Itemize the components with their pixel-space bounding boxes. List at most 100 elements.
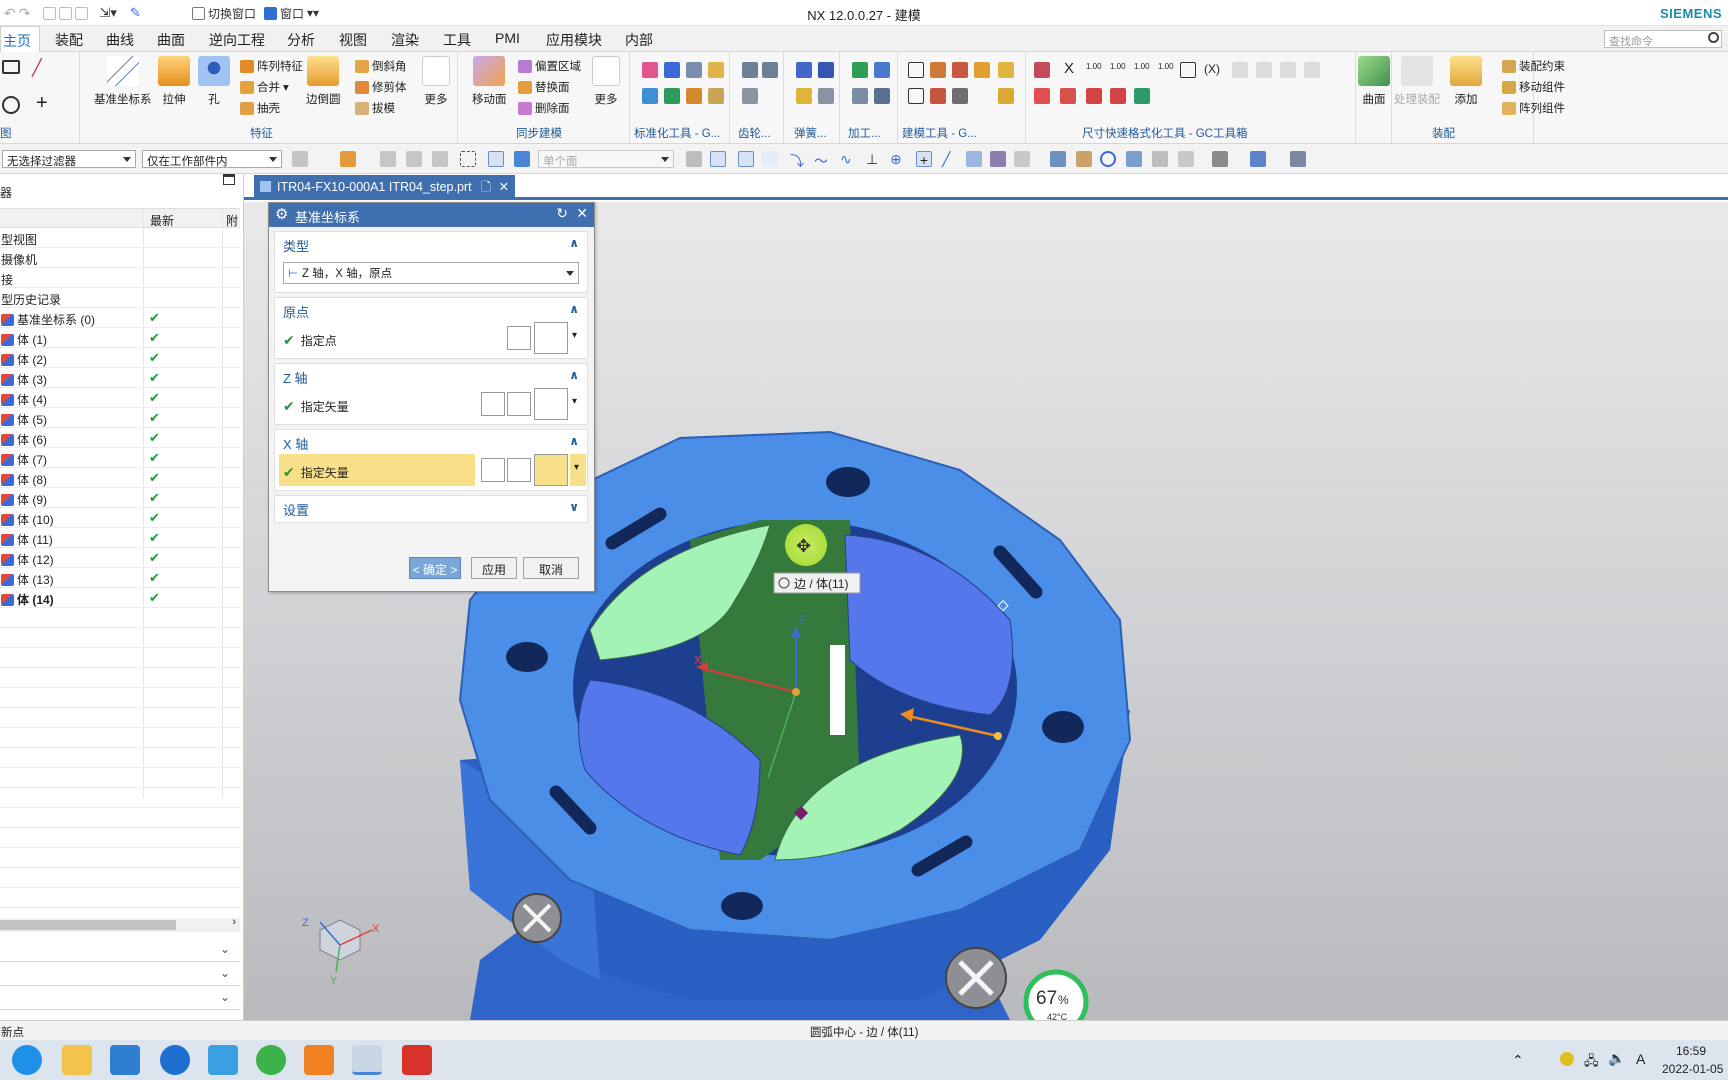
ime-indicator[interactable]: A xyxy=(1636,1051,1645,1067)
chevron-down-icon[interactable]: ∨ xyxy=(569,500,579,514)
wps-icon[interactable] xyxy=(402,1045,432,1075)
type-section-header[interactable]: 类型 xyxy=(283,236,309,255)
navigator-row[interactable]: 体 (2) ✔ xyxy=(0,348,240,368)
navigator-row[interactable]: 体 (3) ✔ xyxy=(0,368,240,388)
tolerance-button[interactable]: 1.00 xyxy=(1110,62,1130,78)
add-component-button[interactable]: 添加 xyxy=(1450,56,1482,107)
point-icon[interactable]: + xyxy=(36,92,52,114)
std-tool-icon[interactable] xyxy=(708,62,724,78)
vector-dialog-icon[interactable] xyxy=(507,392,531,416)
tab-assembly[interactable]: 装配 xyxy=(53,30,85,50)
modeling-tool-icon[interactable] xyxy=(908,88,924,104)
machining-icon[interactable] xyxy=(874,62,890,78)
tab-surface[interactable]: 曲面 xyxy=(155,30,187,50)
chevron-up-icon[interactable]: ∧ xyxy=(569,302,579,316)
snap-curve-icon[interactable]: ∿ xyxy=(840,151,856,167)
close-icon[interactable]: X xyxy=(1064,60,1080,77)
filter-tool-icon[interactable] xyxy=(340,151,356,167)
dropdown-icon[interactable]: ▾ xyxy=(572,330,577,341)
snap-icon[interactable] xyxy=(1014,151,1030,167)
origin-section-header[interactable]: 原点 xyxy=(283,302,309,321)
circle-icon[interactable] xyxy=(2,96,20,114)
snap-line-icon[interactable]: ╱ xyxy=(942,151,958,167)
spring-icon[interactable] xyxy=(796,62,812,78)
spring-icon[interactable] xyxy=(796,88,812,104)
pattern-feature-button[interactable]: 阵列特征 xyxy=(240,58,303,74)
undo-arrow-icon[interactable] xyxy=(1134,88,1150,104)
navigator-row[interactable]: 体 (10) ✔ xyxy=(0,508,240,528)
shell-button[interactable]: 抽壳 xyxy=(240,100,280,116)
navigator-panel-collapsed[interactable]: ⌄ xyxy=(0,988,240,1010)
navigator-row[interactable]: 体 (8) ✔ xyxy=(0,468,240,488)
snap-midpoint-icon[interactable] xyxy=(762,151,778,167)
paren-x-icon[interactable]: (X) xyxy=(1204,62,1220,78)
bolt-hole[interactable] xyxy=(506,642,548,672)
sync-more-button[interactable]: 更多 xyxy=(592,56,620,107)
start-icon[interactable] xyxy=(12,1045,42,1075)
maximize-icon[interactable] xyxy=(223,174,235,185)
fit-icon[interactable] xyxy=(1256,62,1272,78)
gear-icon[interactable] xyxy=(742,62,758,78)
gear-icon[interactable] xyxy=(762,62,778,78)
std-tool-icon[interactable] xyxy=(642,62,658,78)
vector-dialog-icon[interactable] xyxy=(507,458,531,482)
line-icon[interactable]: ╱ xyxy=(32,58,48,77)
snap-icon[interactable] xyxy=(990,151,1006,167)
close-icon[interactable]: ✕ xyxy=(499,180,509,194)
selection-filter-dropdown[interactable]: 无选择过滤器 xyxy=(2,150,136,168)
assembly-constraint-button[interactable]: 装配约束 xyxy=(1502,58,1565,74)
snap-curve-icon[interactable]: 〜 xyxy=(814,151,830,169)
app-icon[interactable] xyxy=(110,1045,140,1075)
tab-render[interactable]: 渲染 xyxy=(389,30,421,50)
machining-icon[interactable] xyxy=(874,88,890,104)
tab-view[interactable]: 视图 xyxy=(337,30,369,50)
nx-icon[interactable] xyxy=(352,1045,382,1075)
tray-icon[interactable] xyxy=(1560,1052,1574,1066)
navigator-row[interactable]: 型历史记录 xyxy=(0,288,240,308)
fit-icon[interactable] xyxy=(1232,62,1248,78)
apply-button[interactable]: 应用 xyxy=(471,557,517,579)
z-axis-section-header[interactable]: Z 轴 xyxy=(283,368,308,387)
wechat-icon[interactable] xyxy=(256,1045,286,1075)
navigator-row[interactable]: 体 (14) ✔ xyxy=(0,588,240,608)
volume-icon[interactable]: 🔈 xyxy=(1608,1050,1625,1067)
modeling-tool-icon[interactable] xyxy=(952,62,968,78)
column-other[interactable]: 附 xyxy=(226,212,238,229)
draft-button[interactable]: 拔模 xyxy=(355,100,395,116)
dropdown-icon[interactable]: ▾ xyxy=(572,396,577,407)
dimension-tool-icon[interactable] xyxy=(1034,62,1050,78)
modeling-tool-icon[interactable] xyxy=(930,62,946,78)
process-assembly-button[interactable]: 处理装配 xyxy=(1394,56,1440,107)
extrude-button[interactable]: 拉伸 xyxy=(158,56,190,107)
delete-face-button[interactable]: 删除面 xyxy=(518,100,570,116)
move-component-button[interactable]: 移动组件 xyxy=(1502,79,1565,95)
modeling-tool-icon[interactable] xyxy=(952,88,968,104)
tab-curve[interactable]: 曲线 xyxy=(104,30,136,50)
navigator-row[interactable]: 体 (7) ✔ xyxy=(0,448,240,468)
filter-tool-icon[interactable] xyxy=(432,151,448,167)
x-specify-vector-row[interactable]: ✔ 指定矢量 xyxy=(283,464,349,481)
snap-icon[interactable] xyxy=(966,151,982,167)
z-specify-vector-row[interactable]: ✔ 指定矢量 xyxy=(283,398,349,415)
chevron-right-icon[interactable]: › xyxy=(232,916,236,928)
selection-mode-icon[interactable] xyxy=(514,151,530,167)
diameter-icon[interactable] xyxy=(1086,88,1102,104)
filter-tool-icon[interactable] xyxy=(292,151,308,167)
bolt-hole[interactable] xyxy=(826,467,870,497)
horizontal-scrollbar[interactable]: › xyxy=(0,916,240,932)
navigator-row[interactable]: 体 (4) ✔ xyxy=(0,388,240,408)
gear-icon[interactable] xyxy=(742,88,758,104)
bolt-hole[interactable] xyxy=(721,892,763,920)
selection-scope-dropdown[interactable]: 仅在工作部件内 xyxy=(142,150,282,168)
std-tool-icon[interactable] xyxy=(686,88,702,104)
replace-face-button[interactable]: 替换面 xyxy=(518,79,570,95)
inferred-vector-icon[interactable] xyxy=(534,388,568,420)
navigator-row[interactable]: 体 (1) ✔ xyxy=(0,328,240,348)
chevron-up-icon[interactable]: ⌃ xyxy=(1512,1052,1524,1069)
navigator-panel-collapsed[interactable]: ⌄ xyxy=(0,940,240,962)
reverse-direction-icon[interactable] xyxy=(481,458,505,482)
hole-button[interactable]: 孔 xyxy=(198,56,230,107)
scrollbar-thumb[interactable] xyxy=(0,920,176,930)
spring-icon[interactable] xyxy=(818,62,834,78)
box-select-icon[interactable] xyxy=(460,151,476,167)
